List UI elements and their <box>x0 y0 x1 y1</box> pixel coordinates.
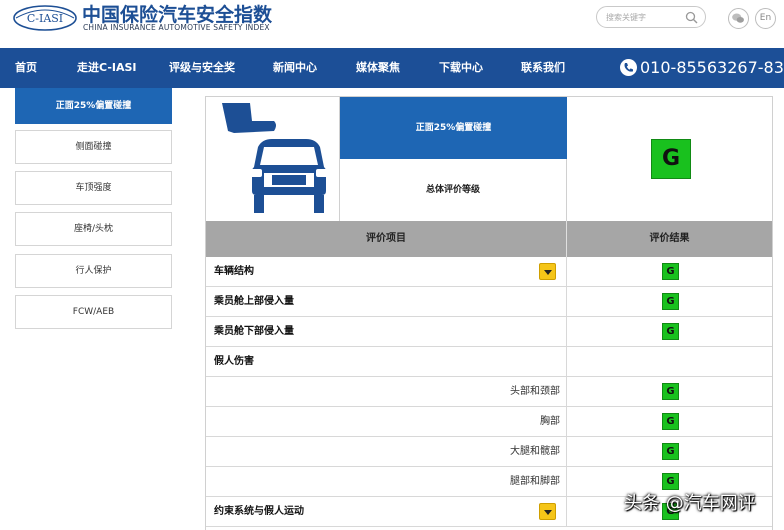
search-icon[interactable] <box>685 11 698 24</box>
row-label: 乘员舱上部侵入量 <box>206 287 567 316</box>
watermark: 头条 @汽车网评 <box>624 493 756 514</box>
table-row: 头部和颈部 G <box>206 377 772 407</box>
table-row: 乘员舱下部侵入量 G <box>206 317 772 347</box>
table-row: 假人伤害 <box>206 347 772 377</box>
column-header-item: 评价项目 <box>206 221 567 257</box>
summary-row: 正面25%偏置碰撞 总体评价等级 G <box>206 97 772 221</box>
row-label: 乘员舱下部侵入量 <box>206 317 567 346</box>
row-label: 假人伤害 <box>206 347 567 376</box>
nav-item-contact[interactable]: 联系我们 <box>521 48 565 88</box>
overall-grade-badge: G <box>651 139 691 179</box>
car-diagram <box>206 97 340 221</box>
site-header: C-IASI 中国保险汽车安全指数 CHINA INSURANCE AUTOMO… <box>0 0 784 48</box>
nav-item-news[interactable]: 新闻中心 <box>273 48 317 88</box>
expand-dropdown-icon[interactable] <box>539 263 556 280</box>
column-header-result: 评价结果 <box>649 233 690 244</box>
table-row: 胸部 G <box>206 407 772 437</box>
row-label: 大腿和髋部 <box>206 437 567 466</box>
test-name-header: 正面25%偏置碰撞 <box>340 97 567 159</box>
grade-badge: G <box>662 473 679 490</box>
nav-item-about[interactable]: 走进C-IASI <box>77 48 137 88</box>
table-header: 评价项目 评价结果 <box>206 221 772 257</box>
offset-crash-car-icon <box>222 103 328 213</box>
expand-dropdown-icon[interactable] <box>539 503 556 520</box>
row-label: 腿部和脚部 <box>206 467 567 496</box>
sidebar-item-seat-headrest[interactable]: 座椅/头枕 <box>15 212 172 246</box>
c-iasi-logo[interactable]: C-IASI <box>12 4 78 32</box>
site-subtitle: CHINA INSURANCE AUTOMOTIVE SAFETY INDEX <box>83 23 270 32</box>
nav-item-home[interactable]: 首页 <box>15 48 37 88</box>
grade-badge: G <box>662 263 679 280</box>
table-row: 乘员舱上部侵入量 G <box>206 287 772 317</box>
sidebar-item-roof-strength[interactable]: 车顶强度 <box>15 171 172 205</box>
row-label: 胸部 <box>206 407 567 436</box>
main-nav: 首页 走进C-IASI 评级与安全奖 新闻中心 媒体聚焦 下载中心 联系我们 0… <box>0 48 784 88</box>
row-label: 约束系统与假人运动 <box>206 497 567 526</box>
overall-rating-label: 总体评价等级 <box>340 159 567 221</box>
grade-badge: G <box>662 383 679 400</box>
wechat-icon[interactable] <box>728 8 749 29</box>
results-panel: 正面25%偏置碰撞 总体评价等级 G 评价项目 评价结果 车辆结构 G 乘员舱上… <box>205 96 773 530</box>
search-box[interactable] <box>596 6 706 28</box>
row-label: 头部和颈部 <box>206 377 567 406</box>
grade-badge: G <box>662 443 679 460</box>
sidebar-item-frontal-offset[interactable]: 正面25%偏置碰撞 <box>15 88 172 124</box>
table-row: 车辆结构 G <box>206 257 772 287</box>
language-en-icon[interactable]: En <box>755 8 776 29</box>
phone-number-text: 010-85563267-830 <box>640 58 784 77</box>
phone-number: 010-85563267-830 <box>620 58 784 78</box>
phone-icon <box>620 59 637 76</box>
nav-item-ratings[interactable]: 评级与安全奖 <box>169 48 235 88</box>
table-row: 大腿和髋部 G <box>206 437 772 467</box>
nav-item-media[interactable]: 媒体聚焦 <box>356 48 400 88</box>
nav-item-downloads[interactable]: 下载中心 <box>439 48 483 88</box>
grade-badge: G <box>662 293 679 310</box>
grade-badge: G <box>662 413 679 430</box>
sidebar-item-pedestrian[interactable]: 行人保护 <box>15 254 172 288</box>
sidebar-item-fcw-aeb[interactable]: FCW/AEB <box>15 295 172 329</box>
search-input[interactable] <box>606 10 684 24</box>
grade-badge: G <box>662 323 679 340</box>
row-label: 车辆结构 <box>206 257 567 286</box>
logo-text: C-IASI <box>27 12 63 25</box>
sidebar-item-side-impact[interactable]: 侧面碰撞 <box>15 130 172 164</box>
